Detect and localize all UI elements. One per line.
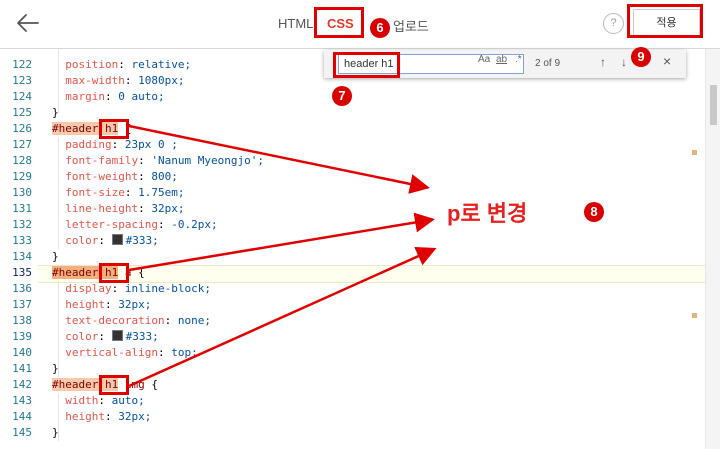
annotation-arrows <box>128 124 437 388</box>
annotation-arrow <box>128 247 437 388</box>
annotation-arrow <box>128 124 430 194</box>
annotation-arrow <box>128 212 435 272</box>
